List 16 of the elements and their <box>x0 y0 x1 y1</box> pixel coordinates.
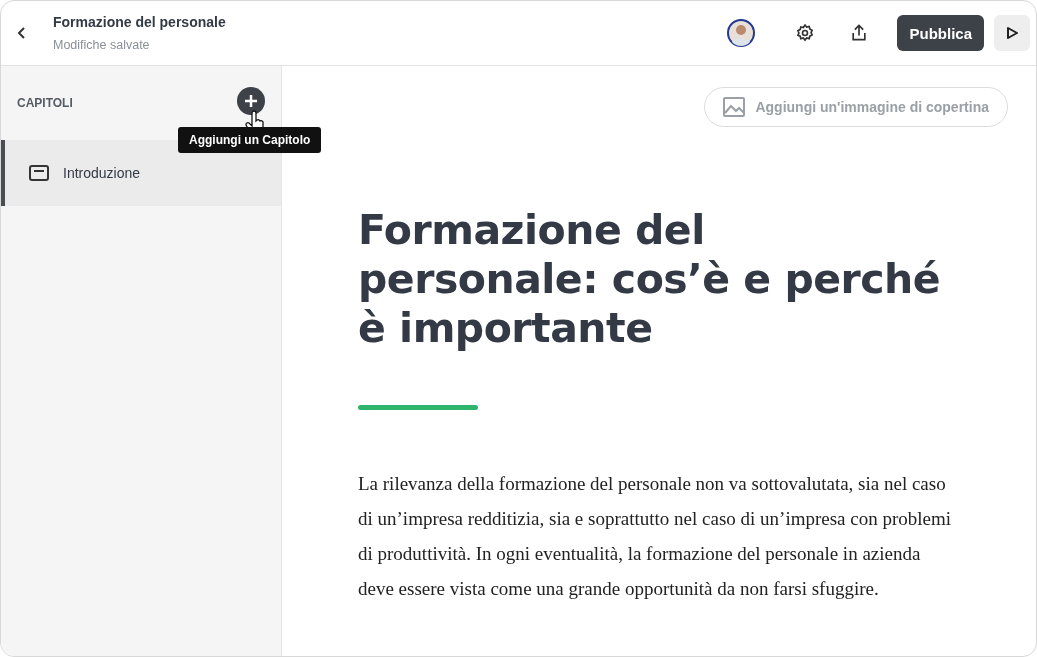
page-icon <box>29 165 49 181</box>
avatar-icon[interactable] <box>727 19 756 47</box>
document-title: Formazione del personale <box>53 14 227 30</box>
save-status: Modifiche salvate <box>53 38 151 52</box>
chapters-heading: CAPITOLI <box>17 96 73 110</box>
preview-button[interactable] <box>994 15 1030 51</box>
article-paragraph: La rilevanza della formazione del personale non va sottovalutata, sia nel caso di un’impresa redditizia, sia e soprattutto nel caso di un’impresa con problemi di produttività. In ogni eventualità, la formazione del personale in azienda deve essere vista come una grande opportunità da non farsi sfuggire. <box>358 472 953 601</box>
article-title: Formazione del personale: cos’è e perché è importante <box>358 206 942 353</box>
image-icon <box>723 97 746 117</box>
add-chapter-button[interactable] <box>237 87 265 115</box>
plus-icon <box>244 94 258 108</box>
play-icon <box>1005 26 1019 40</box>
publish-button[interactable]: Pubblica <box>897 15 984 51</box>
settings-icon[interactable] <box>795 23 816 43</box>
tooltip: Aggiungi un Capitolo <box>178 127 322 153</box>
chapter-label: Introduzione <box>63 165 141 181</box>
